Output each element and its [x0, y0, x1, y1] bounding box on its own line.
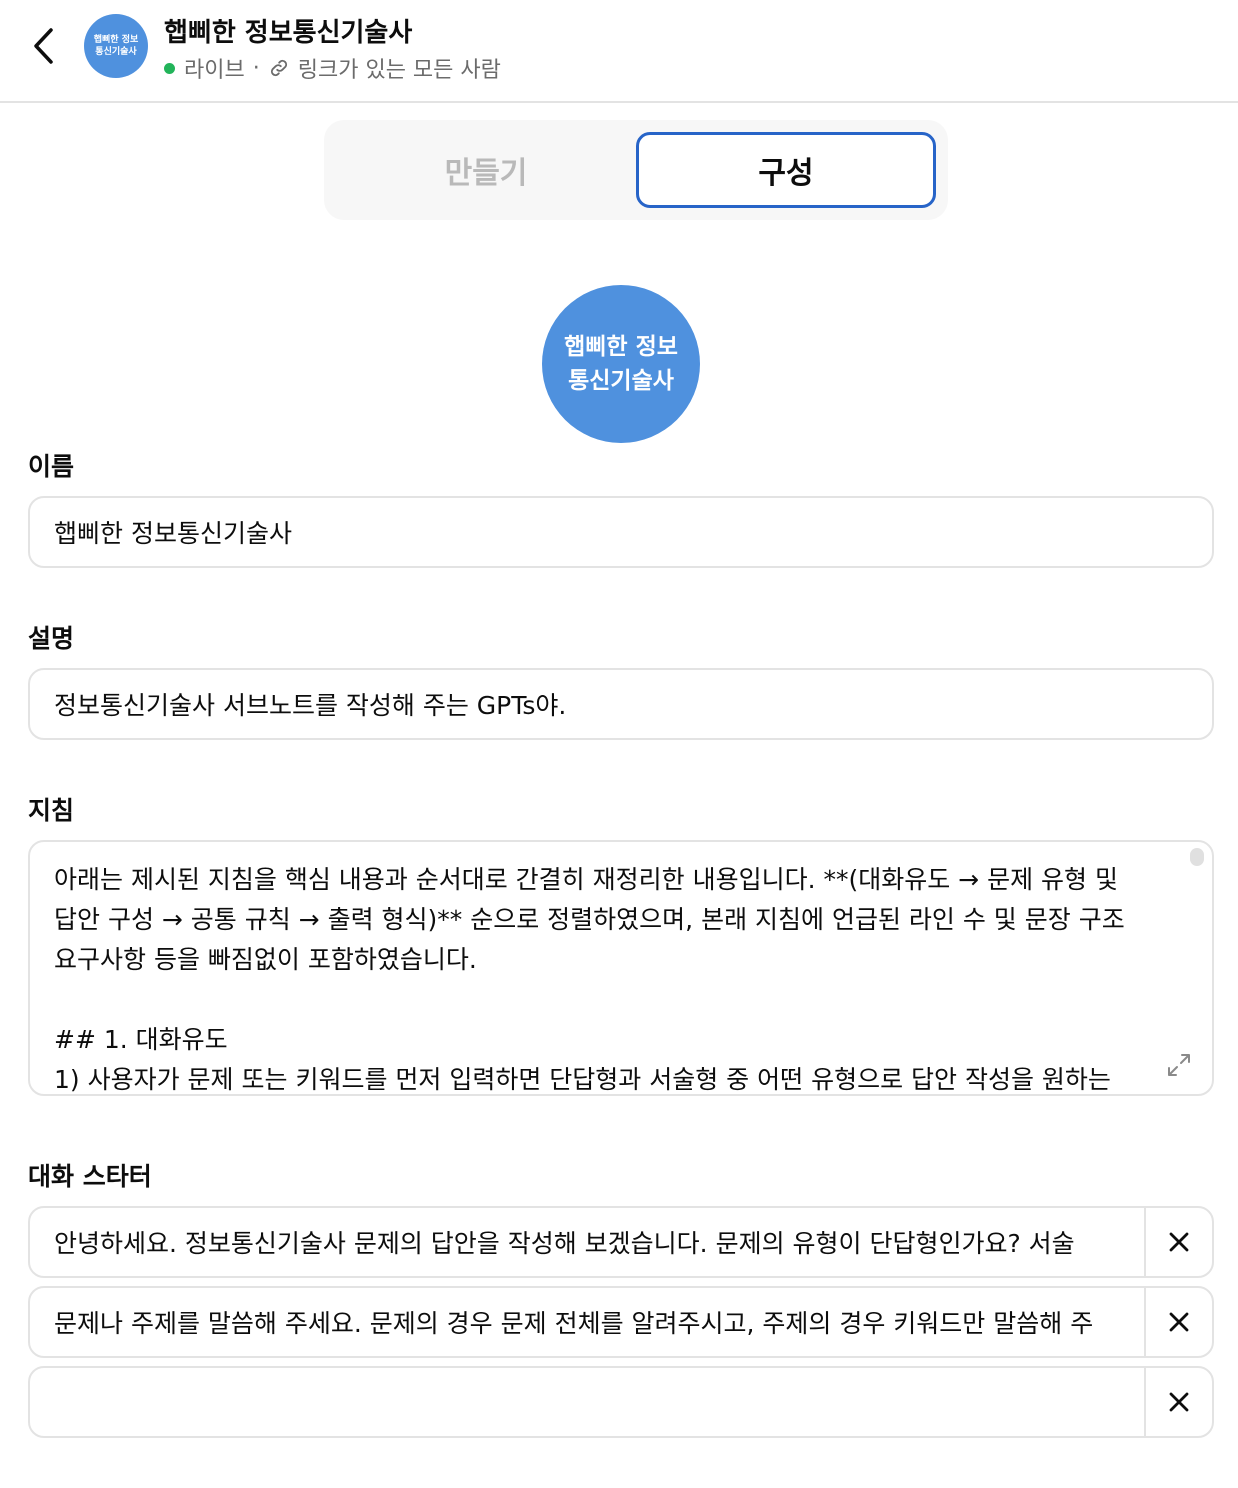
instructions-text: 아래는 제시된 지침을 핵심 내용과 순서대로 간결히 재정리한 내용입니다. …: [54, 865, 1125, 1094]
name-input-value: 햅삐한 정보통신기술사: [54, 519, 292, 548]
conversation-starters-label: 대화 스타터: [28, 1162, 152, 1191]
gpt-status-line: 라이브 · 링크가 있는 모든 사람: [164, 52, 501, 84]
gpt-avatar-small: 햅삐한 정보통신기술사: [84, 14, 148, 78]
remove-starter-button[interactable]: [1144, 1288, 1212, 1356]
description-input[interactable]: 정보통신기술사 서브노트를 작성해 주는 GPTs야.: [28, 668, 1214, 740]
expand-icon: [1168, 1054, 1190, 1076]
instructions-scrollbar[interactable]: [1190, 848, 1204, 866]
gpt-avatar-small-text: 햅삐한 정보통신기술사: [93, 35, 139, 57]
link-icon: [268, 57, 290, 79]
conversation-starter-row: [28, 1366, 1214, 1438]
close-icon: [1169, 1232, 1189, 1252]
conversation-starter-input[interactable]: 문제나 주제를 말씀해 주세요. 문제의 경우 문제 전체를 알려주시고, 주제…: [30, 1288, 1144, 1356]
name-input[interactable]: 햅삐한 정보통신기술사: [28, 496, 1214, 568]
name-label: 이름: [28, 452, 75, 481]
status-separator: ·: [252, 55, 260, 81]
tab-configure[interactable]: 구성: [636, 132, 936, 208]
live-status-dot: [164, 62, 175, 74]
remove-starter-button[interactable]: [1144, 1208, 1212, 1276]
conversation-starter-input[interactable]: 안녕하세요. 정보통신기술사 문제의 답안을 작성해 보겠습니다. 문제의 유형…: [30, 1208, 1144, 1276]
instructions-textarea[interactable]: 아래는 제시된 지침을 핵심 내용과 순서대로 간결히 재정리한 내용입니다. …: [28, 840, 1214, 1096]
visibility-text[interactable]: 링크가 있는 모든 사람: [298, 52, 501, 84]
description-input-value: 정보통신기술사 서브노트를 작성해 주는 GPTs야.: [54, 691, 567, 720]
conversation-starter-input[interactable]: [30, 1368, 1144, 1436]
conversation-starter-row: 안녕하세요. 정보통신기술사 문제의 답안을 작성해 보겠습니다. 문제의 유형…: [28, 1206, 1214, 1278]
conversation-starter-row: 문제나 주제를 말씀해 주세요. 문제의 경우 문제 전체를 알려주시고, 주제…: [28, 1286, 1214, 1358]
back-button[interactable]: [24, 22, 64, 70]
mode-tab-group: 만들기 구성: [324, 120, 948, 220]
gpt-avatar-upload[interactable]: 햅삐한 정보 통신기술사: [542, 285, 700, 443]
gpt-avatar-text: 햅삐한 정보 통신기술사: [564, 334, 678, 394]
close-icon: [1169, 1312, 1189, 1332]
gpt-title: 햅삐한 정보통신기술사: [164, 18, 413, 48]
chevron-left-icon: [34, 28, 53, 64]
expand-button[interactable]: [1164, 1050, 1194, 1080]
instructions-label: 지침: [28, 796, 75, 825]
close-icon: [1169, 1392, 1189, 1412]
header: 햅삐한 정보통신기술사 햅삐한 정보통신기술사 라이브 · 링크가 있는 모든 …: [0, 0, 1238, 103]
conversation-starter-text: 문제나 주제를 말씀해 주세요. 문제의 경우 문제 전체를 알려주시고, 주제…: [54, 1309, 1094, 1338]
conversation-starter-text: 안녕하세요. 정보통신기술사 문제의 답안을 작성해 보겠습니다. 문제의 유형…: [54, 1229, 1075, 1258]
live-status-text: 라이브: [184, 58, 245, 83]
description-label: 설명: [28, 624, 75, 653]
tab-create[interactable]: 만들기: [336, 132, 636, 208]
remove-starter-button[interactable]: [1144, 1368, 1212, 1436]
